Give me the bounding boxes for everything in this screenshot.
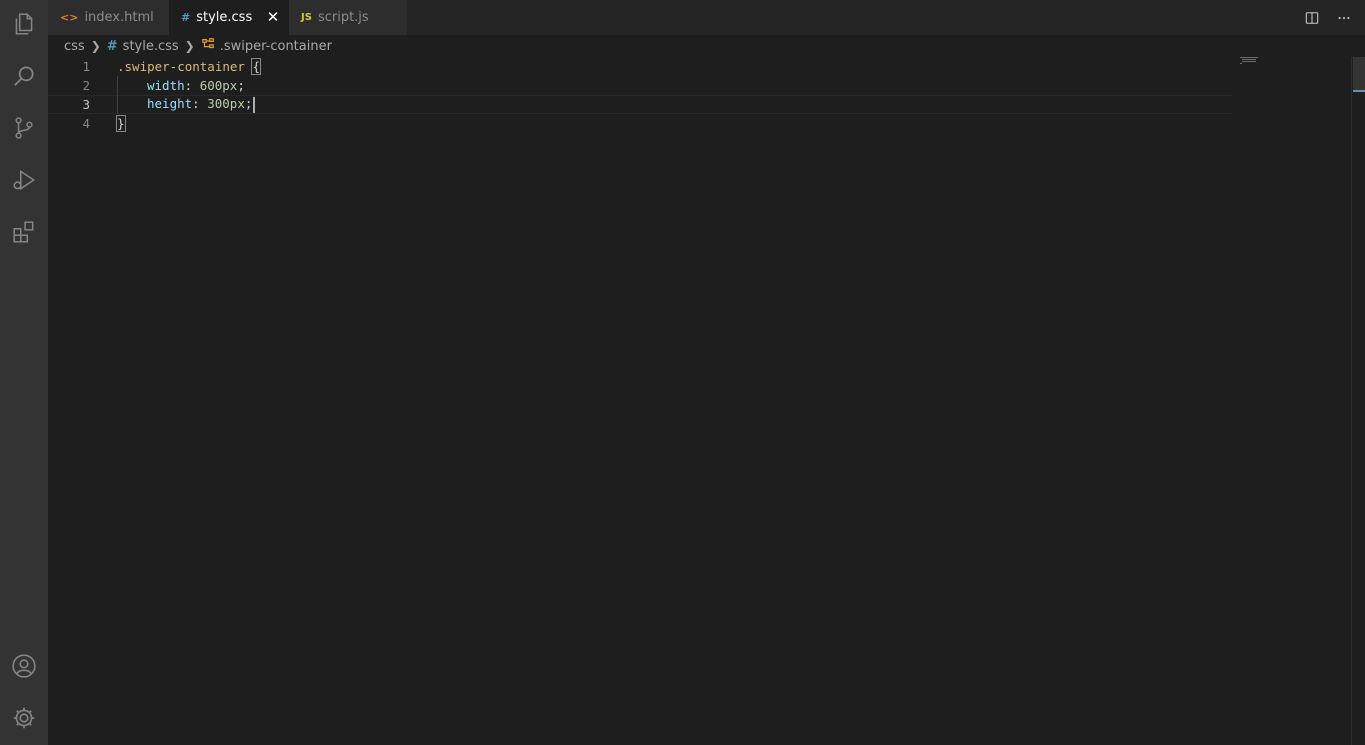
tab-index-html[interactable]: <> index.html bbox=[48, 0, 169, 35]
tab-label: style.css bbox=[196, 10, 253, 25]
html-file-icon: <> bbox=[60, 11, 79, 24]
account-icon[interactable] bbox=[0, 642, 48, 690]
indent-guide bbox=[117, 76, 118, 114]
source-control-icon[interactable] bbox=[0, 104, 48, 152]
css-value: 300px bbox=[207, 96, 245, 112]
close-brace: } bbox=[116, 115, 126, 132]
semicolon: ; bbox=[244, 96, 253, 112]
js-file-icon: JS bbox=[301, 12, 312, 23]
chevron-right-icon: ❯ bbox=[90, 39, 101, 53]
editor-tab-bar: <> index.html # style.css ✕ JS script.js bbox=[48, 0, 1365, 35]
close-icon[interactable]: ✕ bbox=[265, 8, 281, 26]
minimap-line bbox=[1242, 59, 1256, 60]
breadcrumb-symbol[interactable]: .swiper-container bbox=[220, 39, 332, 54]
vscode-window: <> index.html # style.css ✕ JS script.js bbox=[0, 0, 1365, 745]
code-line: 4 } bbox=[48, 114, 1232, 133]
colon: : bbox=[192, 96, 208, 112]
run-debug-icon[interactable] bbox=[0, 156, 48, 204]
open-brace: { bbox=[251, 58, 261, 75]
minimap-line bbox=[1240, 63, 1242, 64]
cursor-ruler-mark bbox=[1353, 90, 1365, 92]
minimap-line bbox=[1240, 57, 1258, 58]
code-text: height: 300px; bbox=[147, 96, 256, 113]
breadcrumb-file[interactable]: style.css bbox=[123, 39, 179, 54]
vertical-scrollbar[interactable] bbox=[1353, 57, 1365, 91]
minimap[interactable] bbox=[1240, 57, 1352, 65]
tab-label: script.js bbox=[317, 10, 369, 25]
code-text: } bbox=[116, 115, 126, 132]
css-file-icon: # bbox=[181, 11, 191, 24]
code-text: width: 600px; bbox=[147, 78, 245, 93]
breadcrumb-folder[interactable]: css bbox=[64, 39, 85, 54]
code-editor[interactable]: 1 .swiper-container { 2 width: 600px; 3 … bbox=[48, 57, 1365, 745]
settings-gear-icon[interactable] bbox=[0, 694, 48, 742]
line-number: 3 bbox=[82, 97, 90, 112]
line-number: 4 bbox=[82, 116, 90, 131]
css-property: height bbox=[147, 96, 193, 112]
css-file-icon: # bbox=[106, 38, 118, 54]
css-value: 600px bbox=[199, 78, 238, 93]
code-line: 2 width: 600px; bbox=[48, 76, 1232, 95]
tab-label: index.html bbox=[84, 10, 154, 25]
symbol-class-icon bbox=[201, 37, 215, 55]
minimap-line bbox=[1242, 61, 1256, 62]
search-icon[interactable] bbox=[0, 52, 48, 100]
colon: : bbox=[184, 78, 200, 93]
tab-script-js[interactable]: JS script.js bbox=[289, 0, 407, 35]
tab-actions bbox=[1303, 0, 1353, 35]
tab-style-css[interactable]: # style.css ✕ bbox=[169, 0, 289, 35]
semicolon: ; bbox=[237, 78, 245, 93]
line-number: 2 bbox=[82, 78, 90, 93]
code-text: .swiper-container { bbox=[117, 58, 261, 75]
split-editor-icon[interactable] bbox=[1303, 9, 1321, 27]
chevron-right-icon: ❯ bbox=[184, 39, 195, 53]
code-line-current: 3 height: 300px; bbox=[48, 95, 1232, 114]
line-number: 1 bbox=[82, 59, 90, 74]
overview-ruler bbox=[1351, 57, 1365, 745]
code-line: 1 .swiper-container { bbox=[48, 57, 1232, 76]
text-cursor bbox=[253, 96, 256, 113]
activity-bar bbox=[0, 0, 48, 745]
css-selector: .swiper-container bbox=[117, 59, 245, 74]
explorer-icon[interactable] bbox=[0, 0, 48, 48]
css-property: width bbox=[147, 78, 185, 93]
extensions-icon[interactable] bbox=[0, 208, 48, 256]
more-actions-icon[interactable] bbox=[1335, 9, 1353, 27]
breadcrumb: css ❯ # style.css ❯ .swiper-container bbox=[48, 35, 1365, 57]
